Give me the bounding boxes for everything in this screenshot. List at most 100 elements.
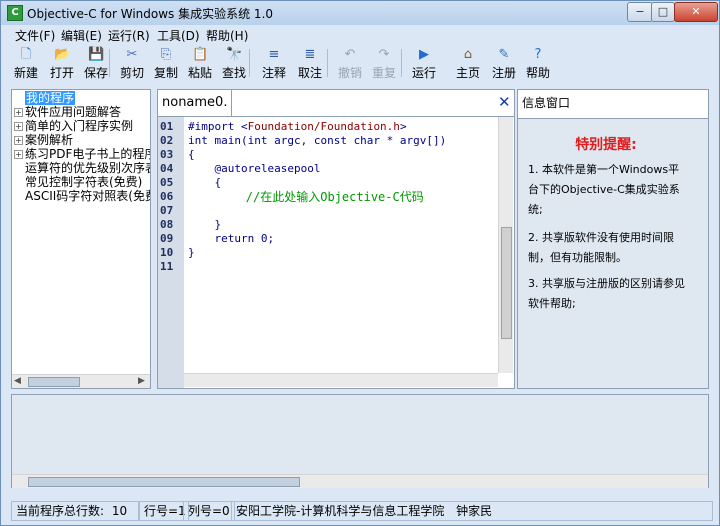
code-line: return 0; xyxy=(188,232,274,246)
tree-item[interactable]: ASCII码字符对照表(免费) xyxy=(12,189,151,203)
code-line: } xyxy=(188,218,221,232)
tree-scroll-thumb[interactable] xyxy=(28,377,80,387)
toolbar-button[interactable]: ≡ 注释 xyxy=(257,45,291,81)
info-paragraph: 3. 共享版与注册版的区别请参见软件帮助; xyxy=(528,277,685,310)
status-total-label: 当前程序总行数: xyxy=(16,504,105,518)
toolbar-button-label: 注册 xyxy=(491,66,516,80)
output-horizontal-scrollbar[interactable] xyxy=(12,474,708,488)
tree-item[interactable]: + 案例解析 xyxy=(12,133,73,147)
tree-item[interactable]: + 练习PDF电子书上的程序 xyxy=(12,147,150,161)
code-text: #import < xyxy=(188,120,248,133)
toolbar-button[interactable]: ≣ 取注 xyxy=(293,45,327,81)
status-row: 行号=1 xyxy=(139,501,189,521)
tree-item[interactable]: 常见控制字符表(免费) xyxy=(12,175,142,189)
toolbar-button[interactable]: ↷ 重复 xyxy=(367,45,401,81)
toolbar-button-label: 复制 xyxy=(153,66,178,80)
maximize-button[interactable]: □ xyxy=(651,2,675,22)
code-text: //在此处输入Objective-C代码 xyxy=(188,190,424,204)
new-file-icon: 🗋 xyxy=(20,47,32,62)
toolbar-button-label: 打开 xyxy=(49,66,74,80)
copy-icon: ⎘ xyxy=(160,47,172,62)
menu-file[interactable]: 文件(F) xyxy=(15,27,55,44)
toolbar-button-label: 查找 xyxy=(221,66,246,80)
tree-item-label: 案例解析 xyxy=(25,133,74,147)
info-title: 特别提醒: xyxy=(575,137,637,153)
toolbar-button[interactable]: ▶ 运行 xyxy=(407,45,441,81)
expand-icon[interactable]: + xyxy=(14,136,23,145)
toolbar-button-label: 帮助 xyxy=(525,66,550,80)
code-text: } xyxy=(188,218,222,231)
comment-icon: ≡ xyxy=(268,47,280,62)
code-text: @autoreleasepool xyxy=(188,162,321,175)
expand-icon[interactable]: + xyxy=(14,150,23,159)
toolbar-button[interactable]: 📋 粘贴 xyxy=(183,45,217,81)
tree-item-label: 软件应用问题解答 xyxy=(25,105,122,119)
find-icon: 🔭 xyxy=(226,47,243,62)
menu-help[interactable]: 帮助(H) xyxy=(206,27,248,44)
menu-edit[interactable]: 编辑(E) xyxy=(61,27,102,44)
toolbar-button[interactable]: 📂 打开 xyxy=(45,45,79,81)
status-total-value: 10 xyxy=(111,504,128,518)
tree-horizontal-scrollbar[interactable]: ◀ ▶ xyxy=(12,374,150,388)
toolbar-button[interactable]: ✎ 注册 xyxy=(487,45,521,81)
uncomment-icon: ≣ xyxy=(304,47,316,62)
code-text: { xyxy=(188,148,195,161)
tree-item-label: 运算符的优先级别次序表 xyxy=(25,161,151,175)
tree-item-label: ASCII码字符对照表(免费) xyxy=(25,189,151,203)
code-line: #import <Foundation/Foundation.h> xyxy=(188,120,407,134)
output-panel[interactable] xyxy=(11,394,709,488)
toolbar-button-label: 撤销 xyxy=(337,66,362,80)
expand-icon[interactable]: + xyxy=(14,108,23,117)
toolbar-button-label: 保存 xyxy=(83,66,108,80)
toolbar-button[interactable]: ? 帮助 xyxy=(521,45,555,81)
info-paragraph: 2. 共享版软件没有使用时间限制，但有功能限制。 xyxy=(528,231,674,264)
code-text: { xyxy=(188,176,222,189)
info-window-header: 信息窗口 xyxy=(518,90,708,119)
toolbar-button[interactable]: ✂ 剪切 xyxy=(115,45,149,81)
output-scroll-thumb[interactable] xyxy=(28,477,300,487)
minimize-button[interactable]: − xyxy=(627,2,653,22)
toolbar-button[interactable]: ⎘ 复制 xyxy=(149,45,183,81)
scroll-right-icon[interactable]: ▶ xyxy=(138,376,145,386)
app-window: C Objective-C for Windows 集成实验系统 1.0 − □… xyxy=(0,0,720,526)
expand-icon[interactable]: + xyxy=(14,122,23,131)
menu-run[interactable]: 运行(R) xyxy=(108,27,150,44)
toolbar-button[interactable]: 🗋 新建 xyxy=(9,45,43,81)
toolbar-button[interactable]: 💾 保存 xyxy=(79,45,113,81)
save-icon: 💾 xyxy=(88,47,105,62)
toolbar-button-label: 注释 xyxy=(261,66,286,80)
editor-horizontal-scrollbar[interactable] xyxy=(184,373,498,387)
toolbar-separator xyxy=(401,49,402,77)
code-text: return 0; xyxy=(188,232,275,245)
toolbar-button[interactable]: 🔭 查找 xyxy=(217,45,251,81)
code-line: { xyxy=(188,176,221,190)
status-org: 安阳工学院-计算机科学与信息工程学院 xyxy=(236,504,445,518)
tree-item[interactable]: 运算符的优先级别次序表 xyxy=(12,161,151,175)
toolbar-button-label: 取注 xyxy=(297,66,322,80)
code-area[interactable]: #import <Foundation/Foundation.h> int mai… xyxy=(158,117,498,375)
tree-item[interactable]: + 软件应用问题解答 xyxy=(12,105,121,119)
code-line: //在此处输入Objective-C代码 xyxy=(188,190,424,205)
menu-tools[interactable]: 工具(D) xyxy=(157,27,200,44)
close-button[interactable]: ✕ xyxy=(674,2,718,22)
toolbar-button-label: 运行 xyxy=(411,66,436,80)
tree-item[interactable]: + 简单的入门程序实例 xyxy=(12,119,133,133)
toolbar-button[interactable]: ⌂ 主页 xyxy=(451,45,485,81)
editor-tab[interactable]: noname0. xyxy=(158,90,233,116)
scroll-left-icon[interactable]: ◀ xyxy=(14,376,21,386)
title-bar[interactable]: C Objective-C for Windows 集成实验系统 1.0 − □… xyxy=(1,1,719,25)
toolbar-button[interactable]: ↶ 撤销 xyxy=(333,45,367,81)
tree-item-label: 简单的入门程序实例 xyxy=(25,119,134,133)
app-icon[interactable]: C xyxy=(7,5,23,21)
code-line: { xyxy=(188,148,195,162)
close-tab-icon[interactable]: ✕ xyxy=(498,94,512,110)
undo-icon: ↶ xyxy=(344,47,356,62)
program-tree-panel: ASCII码字符对照表(免费) 常见控制字符表(免费) 运算符的优先级别次序表 + 练习… xyxy=(11,89,151,389)
menu-bar: 文件(F) 编辑(E) 运行(R) 工具(D) 帮助(H) xyxy=(1,25,719,43)
code-line: } xyxy=(188,246,195,260)
editor-vertical-scrollbar[interactable] xyxy=(498,117,513,373)
tree-item[interactable]: 我的程序 xyxy=(12,91,76,105)
status-total-lines: 当前程序总行数: 10 xyxy=(11,501,139,521)
editor-scroll-thumb[interactable] xyxy=(501,227,512,339)
code-include-path: Foundation/Foundation.h xyxy=(247,120,400,133)
